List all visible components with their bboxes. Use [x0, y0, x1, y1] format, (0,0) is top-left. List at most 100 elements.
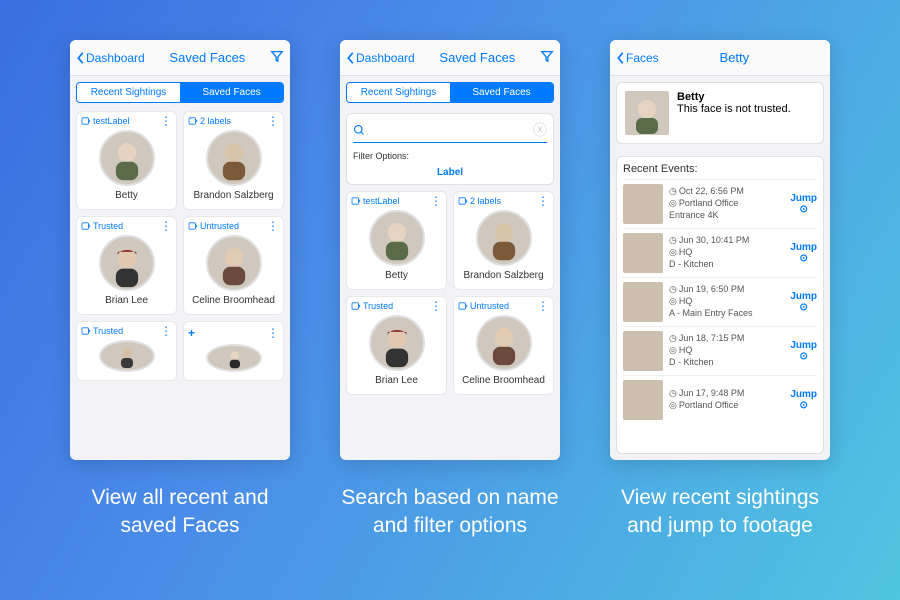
avatar: [99, 130, 155, 186]
event-row: ◷Jun 30, 10:41 PM ◎HQ D - Kitchen Jump⊙: [623, 228, 817, 277]
page-title: Betty: [659, 50, 810, 65]
label-icon: [81, 327, 91, 335]
clock-icon: ◷: [669, 333, 677, 343]
back-label: Dashboard: [86, 51, 145, 65]
more-icon[interactable]: ⋮: [537, 197, 549, 205]
faces-grid: testLabel⋮ Betty 2 labels⋮ Brandon Salzb…: [74, 109, 286, 383]
tab-saved[interactable]: Saved Faces: [180, 83, 283, 102]
more-icon[interactable]: ⋮: [430, 197, 442, 205]
event-thumbnail: [623, 331, 663, 371]
more-icon[interactable]: ⋮: [537, 302, 549, 310]
label-icon: [351, 197, 361, 205]
phone-face-detail: Faces Betty Betty This face is not trust…: [610, 40, 830, 460]
location-icon: ◎: [669, 247, 677, 257]
event-row: ◷Oct 22, 6:56 PM ◎Portland Office Entran…: [623, 179, 817, 228]
face-detail-card: Betty This face is not trusted.: [616, 82, 824, 144]
face-name: Brandon Salzberg: [463, 270, 543, 285]
avatar: [99, 340, 155, 372]
event-row: ◷Jun 18, 7:15 PM ◎HQ D - Kitchen Jump⊙: [623, 326, 817, 375]
back-button[interactable]: Dashboard: [76, 51, 145, 65]
event-thumbnail: [623, 184, 663, 224]
tab-recent[interactable]: Recent Sightings: [347, 83, 450, 102]
event-row: ◷Jun 17, 9:48 PM ◎Portland Office Jump⊙: [623, 375, 817, 424]
avatar: [476, 210, 532, 266]
face-name: Celine Broomhead: [192, 295, 275, 310]
filter-icon[interactable]: [270, 49, 284, 66]
chevron-left-icon: [76, 51, 86, 65]
label-chip: testLabel: [351, 196, 400, 206]
label-chip: Trusted: [81, 221, 123, 231]
more-icon[interactable]: ⋮: [267, 222, 279, 230]
jump-button[interactable]: Jump⊙: [790, 291, 817, 313]
filter-icon[interactable]: [540, 49, 554, 66]
phone-search: Dashboard Saved Faces Recent Sightings S…: [340, 40, 560, 460]
avatar: [206, 235, 262, 291]
faces-grid: testLabel⋮ Betty 2 labels⋮ Brandon Salzb…: [344, 189, 556, 397]
search-input[interactable]: [369, 124, 529, 136]
jump-button[interactable]: Jump⊙: [790, 193, 817, 215]
segmented-control: Recent Sightings Saved Faces: [76, 82, 284, 103]
avatar: [369, 315, 425, 371]
location-icon: ◎: [669, 345, 677, 355]
event-info: ◷Jun 19, 6:50 PM ◎HQ A - Main Entry Face…: [669, 284, 784, 319]
face-card[interactable]: +⋮: [183, 321, 284, 381]
more-icon[interactable]: ⋮: [160, 222, 172, 230]
more-icon[interactable]: ⋮: [267, 329, 279, 337]
chevron-left-icon: [616, 51, 626, 65]
event-info: ◷Jun 17, 9:48 PM ◎Portland Office: [669, 388, 784, 411]
face-name: Brian Lee: [105, 295, 148, 310]
tab-saved[interactable]: Saved Faces: [450, 83, 553, 102]
back-button[interactable]: Faces: [616, 51, 659, 65]
label-icon: [458, 197, 468, 205]
face-card[interactable]: Trusted⋮ Brian Lee: [346, 296, 447, 395]
location-icon: ◎: [669, 400, 677, 410]
more-icon[interactable]: ⋮: [267, 117, 279, 125]
back-label: Faces: [626, 51, 659, 65]
label-chip: Untrusted: [188, 221, 239, 231]
avatar: [369, 210, 425, 266]
more-icon[interactable]: ⋮: [430, 302, 442, 310]
label-icon: [81, 117, 91, 125]
jump-button[interactable]: Jump⊙: [790, 242, 817, 264]
label-icon: [188, 117, 198, 125]
captions-row: View all recent and saved Faces Search b…: [70, 484, 830, 541]
face-name: Celine Broomhead: [462, 375, 545, 390]
tab-recent[interactable]: Recent Sightings: [77, 83, 180, 102]
face-card[interactable]: 2 labels⋮ Brandon Salzberg: [453, 191, 554, 290]
label-chip: Untrusted: [458, 301, 509, 311]
label-chip: 2 labels: [188, 116, 231, 126]
jump-icon: ⊙: [790, 351, 817, 362]
face-card[interactable]: Trusted⋮: [76, 321, 177, 381]
jump-button[interactable]: Jump⊙: [790, 389, 817, 411]
page-title: Saved Faces: [415, 50, 540, 65]
label-chip: testLabel: [81, 116, 130, 126]
event-thumbnail: [623, 282, 663, 322]
recent-events-card: Recent Events: ◷Oct 22, 6:56 PM ◎Portlan…: [616, 156, 824, 454]
phone-saved-faces: Dashboard Saved Faces Recent Sightings S…: [70, 40, 290, 460]
label-icon: [351, 302, 361, 310]
face-card[interactable]: Trusted ⋮ Brian Lee: [76, 216, 177, 315]
face-card[interactable]: testLabel⋮ Betty: [76, 111, 177, 210]
face-card[interactable]: 2 labels⋮ Brandon Salzberg: [183, 111, 284, 210]
clock-icon: ◷: [669, 235, 677, 245]
location-icon: ◎: [669, 198, 677, 208]
caption: Search based on name and filter options: [340, 484, 560, 541]
label-icon: [188, 222, 198, 230]
more-icon[interactable]: ⋮: [160, 117, 172, 125]
face-card[interactable]: Untrusted ⋮ Celine Broomhead: [453, 296, 554, 395]
face-thumbnail: [625, 91, 669, 135]
jump-icon: ⊙: [790, 253, 817, 264]
jump-button[interactable]: Jump⊙: [790, 340, 817, 362]
face-card[interactable]: testLabel⋮ Betty: [346, 191, 447, 290]
label-chip: Trusted: [351, 301, 393, 311]
event-thumbnail: [623, 380, 663, 420]
more-icon[interactable]: ⋮: [160, 327, 172, 335]
face-card[interactable]: Untrusted ⋮ Celine Broomhead: [183, 216, 284, 315]
search-panel: ⓧ Filter Options: Label: [346, 113, 554, 185]
filter-label-button[interactable]: Label: [353, 167, 547, 178]
avatar: [206, 344, 262, 372]
clear-icon[interactable]: ⓧ: [533, 120, 547, 140]
back-button[interactable]: Dashboard: [346, 51, 415, 65]
segmented-control: Recent Sightings Saved Faces: [346, 82, 554, 103]
add-label-button[interactable]: +: [188, 326, 195, 340]
